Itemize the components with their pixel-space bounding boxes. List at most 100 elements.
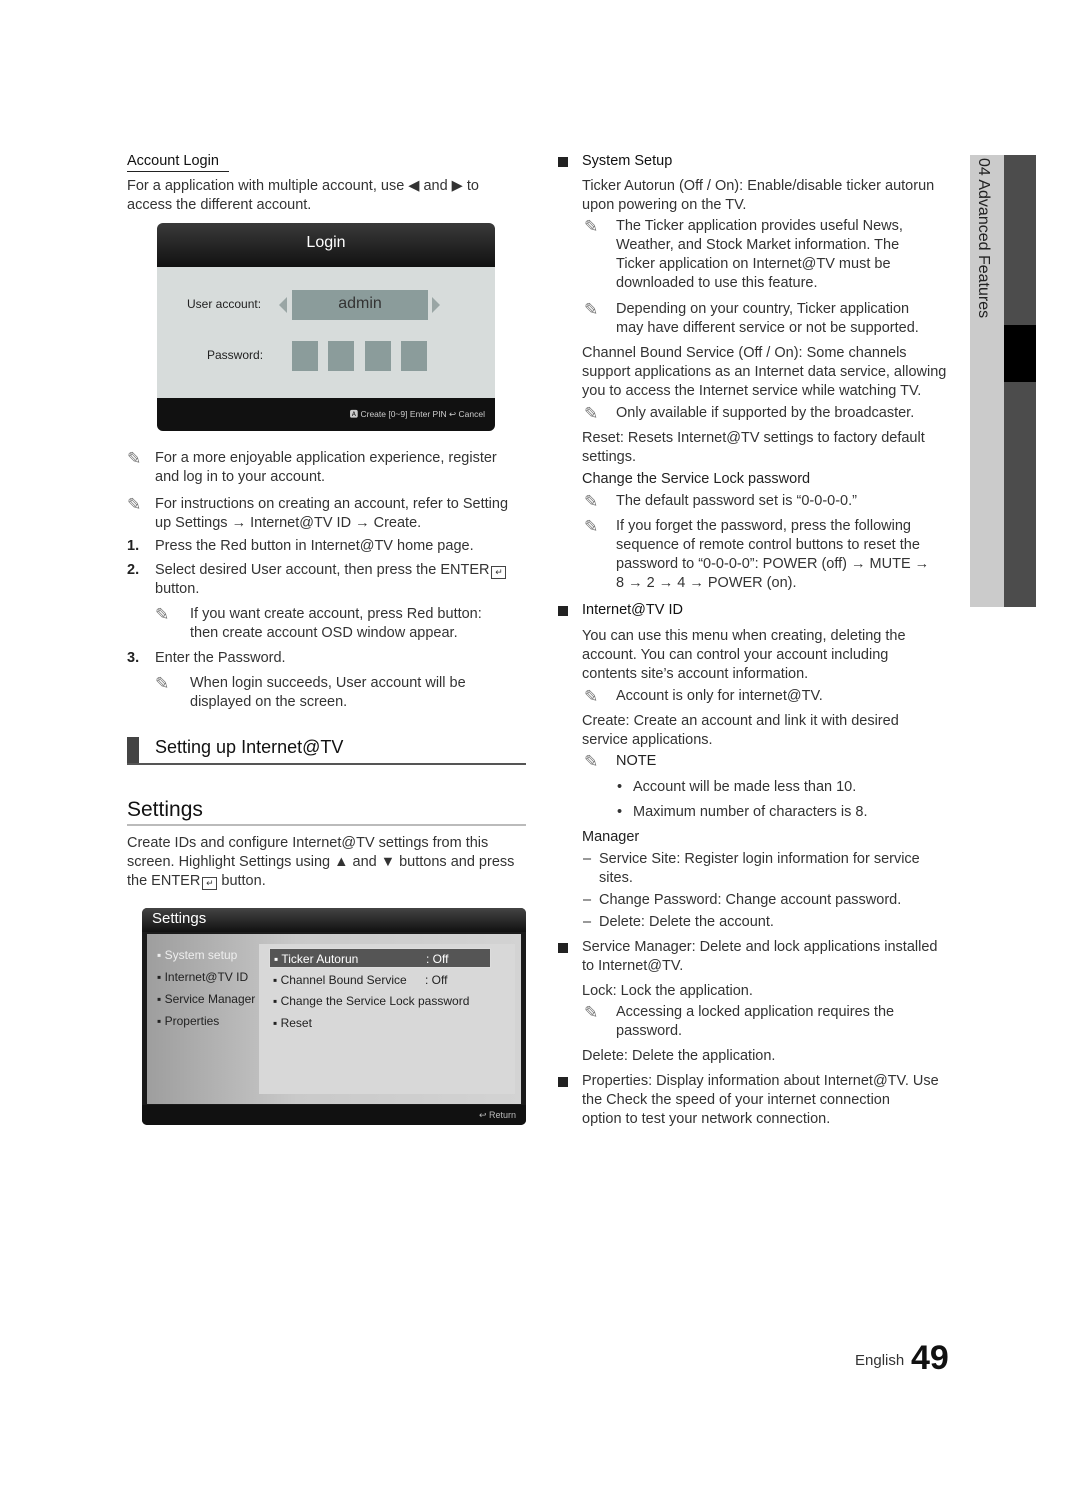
menu-item-properties[interactable]: ▪ Properties — [157, 1014, 219, 1028]
note-text: Ticker application on Internet@TV must b… — [616, 256, 891, 272]
bullet-square-icon — [558, 157, 568, 167]
id-text: contents site’s account information. — [582, 666, 809, 682]
ticker-text: upon powering on the TV. — [582, 197, 747, 213]
note-pencil-icon: ✎ — [584, 752, 599, 771]
step-text: Select desired User account, then press … — [155, 561, 507, 580]
arrow-left-icon[interactable] — [279, 297, 287, 313]
note-text: Only available if supported by the broad… — [616, 405, 915, 421]
note-text: up Settings → Internet@TV ID → Create. — [155, 515, 422, 531]
user-account-label: User account: — [187, 297, 262, 311]
password-label: Password: — [207, 348, 264, 362]
note-pencil-icon: ✎ — [127, 495, 142, 514]
step-number: 1. — [127, 538, 140, 554]
note-text: password to “0-0-0-0”: POWER (off) → MUT… — [616, 556, 930, 572]
delete-text: Delete: Delete the application. — [582, 1048, 776, 1064]
note-bullet-text: Maximum number of characters is 8. — [633, 804, 868, 820]
manager-item: Delete: Delete the account. — [599, 914, 774, 930]
note-text: Depending on your country, Ticker applic… — [616, 301, 910, 317]
service-manager-text: Service Manager: Delete and lock applica… — [582, 939, 938, 955]
pin-digit-box[interactable] — [328, 341, 354, 371]
manager-item: Change Password: Change account password… — [599, 892, 902, 908]
note-text: downloaded to use this feature. — [616, 275, 818, 291]
note-pencil-icon: ✎ — [127, 449, 142, 468]
settings-osd-window: Settings ▪ System setup ▪ Internet@TV ID… — [142, 908, 526, 1125]
note-pencil-icon: ✎ — [155, 674, 170, 693]
menu-item-system-setup[interactable]: ▪ System setup — [157, 948, 237, 962]
user-account-select[interactable]: admin — [292, 290, 428, 320]
heading-underline — [127, 171, 229, 172]
lock-text: Lock: Lock the application. — [582, 983, 753, 999]
menu-item-internet-tv-id[interactable]: ▪ Internet@TV ID — [157, 970, 248, 984]
note-pencil-icon: ✎ — [584, 517, 599, 536]
properties-text: the Check the speed of your internet con… — [582, 1092, 890, 1108]
create-text: service applications. — [582, 732, 713, 748]
step-number: 2. — [127, 562, 140, 578]
properties-text: Properties: Display information about In… — [582, 1073, 939, 1089]
settings-text: the ENTER ↵ button. — [127, 872, 266, 891]
note-text: If you forget the password, press the fo… — [616, 518, 911, 534]
channel-bound-text: support applications as an Internet data… — [582, 364, 947, 380]
note-text: If you want create account, press Red bu… — [190, 606, 482, 622]
submenu-item-channel-bound[interactable]: ▪ Channel Bound Service: Off — [273, 970, 487, 990]
internet-tv-id-heading: Internet@TV ID — [582, 602, 683, 618]
settings-text: Create IDs and configure Internet@TV set… — [127, 835, 489, 851]
properties-text: option to test your network connection. — [582, 1111, 831, 1127]
menu-item-label: Properties — [164, 1014, 220, 1028]
system-setup-heading: System Setup — [582, 153, 673, 169]
chapter-tab-marker — [1004, 325, 1036, 382]
dash-icon: – — [583, 851, 592, 867]
enter-icon: ↵ — [202, 877, 218, 890]
arrow-right-icon[interactable] — [432, 297, 440, 313]
submenu-label: Ticker Autorun — [281, 952, 359, 966]
section-rule — [127, 763, 526, 765]
settings-osd-title: Settings — [142, 908, 526, 932]
settings-text: screen. Highlight Settings using ▲ and ▼… — [127, 854, 515, 870]
note-text: For instructions on creating an account,… — [155, 496, 509, 512]
login-osd-title: Login — [157, 223, 495, 267]
service-manager-text: to Internet@TV. — [582, 958, 684, 974]
pin-digit-box[interactable] — [292, 341, 318, 371]
login-osd-hints: 🅰 Create [0~9] Enter PIN ↩ Cancel — [349, 409, 485, 419]
note-pencil-icon: ✎ — [584, 1003, 599, 1022]
pin-digit-box[interactable] — [365, 341, 391, 371]
note-text: password. — [616, 1023, 683, 1039]
note-text: Weather, and Stock Market information. T… — [616, 237, 900, 253]
login-osd-footer: 🅰 Create [0~9] Enter PIN ↩ Cancel — [157, 398, 495, 431]
menu-item-service-manager[interactable]: ▪ Service Manager — [157, 992, 255, 1006]
submenu-value: : Off — [426, 952, 449, 966]
note-text: then create account OSD window appear. — [190, 625, 458, 641]
change-lock-heading: Change the Service Lock password — [582, 471, 811, 487]
note-pencil-icon: ✎ — [584, 300, 599, 319]
step-text-main: Select desired User account, then press … — [155, 562, 490, 578]
bullet-square-icon — [558, 943, 568, 953]
channel-bound-text: you to access the Internet service while… — [582, 383, 922, 399]
submenu-label: Channel Bound Service — [280, 973, 407, 987]
note-text: When login succeeds, User account will b… — [190, 675, 466, 691]
chapter-title: 04 Advanced Features — [975, 158, 992, 319]
note-text: may have different service or not be sup… — [616, 320, 919, 336]
section-heading: Setting up Internet@TV — [155, 737, 344, 757]
note-text: The default password set is “0-0-0-0.” — [616, 493, 857, 509]
reset-text: settings. — [582, 449, 636, 465]
submenu-item-ticker-autorun[interactable]: ▪ Ticker Autorun: Off — [269, 948, 491, 968]
note-bullet-dot: • — [617, 779, 623, 795]
note-pencil-icon: ✎ — [584, 492, 599, 511]
return-hint[interactable]: ↩ Return — [479, 1110, 526, 1120]
note-pencil-icon: ✎ — [155, 605, 170, 624]
pin-digit-box[interactable] — [401, 341, 427, 371]
bullet-square-icon — [558, 1077, 568, 1087]
step-text: Press the Red button in Internet@TV home… — [155, 538, 474, 554]
menu-item-label: System setup — [164, 948, 238, 962]
note-text: The Ticker application provides useful N… — [616, 218, 903, 234]
step-number: 3. — [127, 650, 140, 666]
manager-heading: Manager — [582, 829, 640, 845]
note-bullet-dot: • — [617, 804, 623, 820]
note-pencil-icon: ✎ — [584, 687, 599, 706]
submenu-item-reset[interactable]: ▪ Reset — [273, 1013, 487, 1033]
note-text: displayed on the screen. — [190, 694, 348, 710]
settings-text-part: the ENTER — [127, 873, 201, 889]
note-pencil-icon: ✎ — [584, 404, 599, 423]
settings-osd-body: ▪ System setup ▪ Internet@TV ID ▪ Servic… — [147, 934, 521, 1104]
settings-rule — [127, 824, 526, 826]
submenu-item-change-lock[interactable]: ▪ Change the Service Lock password — [273, 991, 487, 1011]
